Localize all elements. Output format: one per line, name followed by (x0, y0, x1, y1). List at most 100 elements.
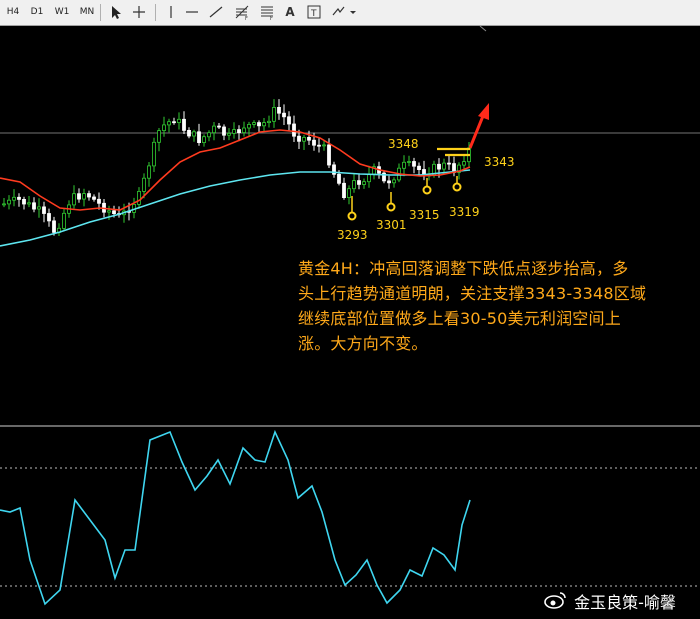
timeframe-mn-button[interactable]: MN (76, 4, 98, 20)
arrows-dropdown-icon[interactable] (330, 3, 358, 21)
bull-candle (272, 107, 276, 122)
bull-candle (227, 132, 231, 136)
bull-candle (267, 120, 271, 124)
bull-candle (302, 136, 306, 142)
cursor-icon[interactable] (106, 3, 124, 21)
svg-text:F: F (270, 16, 273, 21)
bull-candle (62, 212, 66, 229)
bear-candle (417, 165, 421, 170)
bull-candle (142, 177, 146, 192)
bear-candle (437, 163, 441, 170)
bear-candle (52, 220, 56, 233)
annotation-line: 继续底部位置做多上看30-50美元利润空间上 (298, 309, 621, 328)
annotation-line: 黄金4H：冲高回落调整下跌低点逐步抬高，多 (298, 259, 629, 278)
fibonacci-icon[interactable]: F (233, 3, 251, 22)
weibo-logo-icon (543, 590, 569, 617)
chart-toolbar: H4 D1 W1 MN F F A T (0, 0, 700, 26)
bull-candle (367, 173, 371, 183)
low-label-3293: 3293 (337, 228, 368, 242)
watermark: 金玉良策-喻馨 (543, 590, 676, 614)
watermark-text: 金玉良策-喻馨 (574, 593, 676, 612)
bull-candle (72, 193, 76, 206)
svg-text:T: T (310, 9, 317, 19)
bear-candle (47, 213, 51, 222)
level-label-3343: 3343 (484, 155, 515, 169)
vertical-line-icon[interactable] (162, 3, 180, 21)
toolbar-divider (100, 4, 101, 21)
bull-candle (107, 210, 111, 213)
bull-candle (362, 181, 366, 185)
svg-text:F: F (245, 16, 248, 21)
bull-candle (27, 202, 31, 205)
crosshair-icon[interactable] (130, 3, 148, 21)
bull-candle (202, 136, 206, 143)
low-label-3315: 3315 (409, 208, 440, 222)
bear-candle (87, 193, 91, 198)
bull-candle (162, 124, 166, 132)
bull-candle (157, 130, 161, 143)
bear-candle (92, 196, 96, 200)
bull-candle (242, 127, 246, 133)
bear-candle (312, 139, 316, 146)
trendline-icon[interactable] (207, 3, 225, 21)
bull-candle (177, 118, 181, 124)
bear-candle (342, 182, 346, 199)
bear-candle (357, 180, 361, 185)
bear-candle (237, 129, 241, 134)
bear-candle (287, 116, 291, 125)
bull-candle (462, 161, 466, 166)
bull-candle (192, 131, 196, 137)
bear-candle (412, 161, 416, 167)
timeframe-d1-button[interactable]: D1 (26, 4, 48, 20)
bear-candle (297, 135, 301, 142)
bear-candle (77, 193, 81, 200)
horizontal-line-icon[interactable] (183, 3, 201, 21)
bear-candle (327, 144, 331, 166)
bull-candle (7, 199, 11, 205)
bull-candle (247, 124, 251, 129)
analysis-annotation: 黄金4H：冲高回落调整下跌低点逐步抬高，多 头上行趋势通道明朗，关注支撑3343… (298, 256, 690, 356)
bull-candle (152, 141, 156, 167)
bear-candle (182, 118, 186, 131)
bull-candle (167, 121, 171, 126)
bear-candle (387, 180, 391, 184)
low-label-3319: 3319 (449, 205, 480, 219)
text-icon[interactable]: A (281, 3, 299, 21)
bear-candle (282, 112, 286, 118)
bull-candle (147, 165, 151, 179)
annotation-line: 头上行趋势通道明朗，关注支撑3343-3348区域 (298, 284, 647, 303)
text-label-icon[interactable]: T (305, 3, 323, 21)
toolbar-divider (155, 4, 156, 21)
bull-candle (232, 129, 236, 134)
bull-candle (442, 162, 446, 170)
text-lines-icon[interactable]: F (258, 3, 276, 22)
bear-candle (217, 125, 221, 128)
bear-candle (22, 198, 26, 205)
bull-candle (407, 161, 411, 163)
bull-candle (212, 125, 216, 134)
bear-candle (257, 122, 261, 127)
bear-candle (172, 121, 176, 124)
bear-candle (32, 202, 36, 210)
bull-candle (392, 179, 396, 184)
bear-candle (197, 131, 201, 144)
low-label-3301: 3301 (376, 218, 407, 232)
bear-candle (17, 196, 21, 200)
bear-candle (337, 173, 341, 184)
bull-candle (402, 161, 406, 169)
bull-candle (12, 196, 16, 201)
level-label-3348: 3348 (388, 137, 419, 151)
bear-candle (307, 136, 311, 141)
timeframe-w1-button[interactable]: W1 (51, 4, 73, 20)
bull-candle (322, 144, 326, 147)
bear-candle (292, 123, 296, 137)
timeframe-h4-button[interactable]: H4 (2, 4, 24, 20)
bear-candle (187, 129, 191, 137)
bear-candle (277, 107, 281, 114)
bull-candle (137, 190, 141, 205)
bull-candle (252, 122, 256, 125)
bull-candle (262, 122, 266, 127)
bear-candle (222, 126, 226, 136)
bear-candle (317, 144, 321, 147)
bull-candle (207, 132, 211, 138)
